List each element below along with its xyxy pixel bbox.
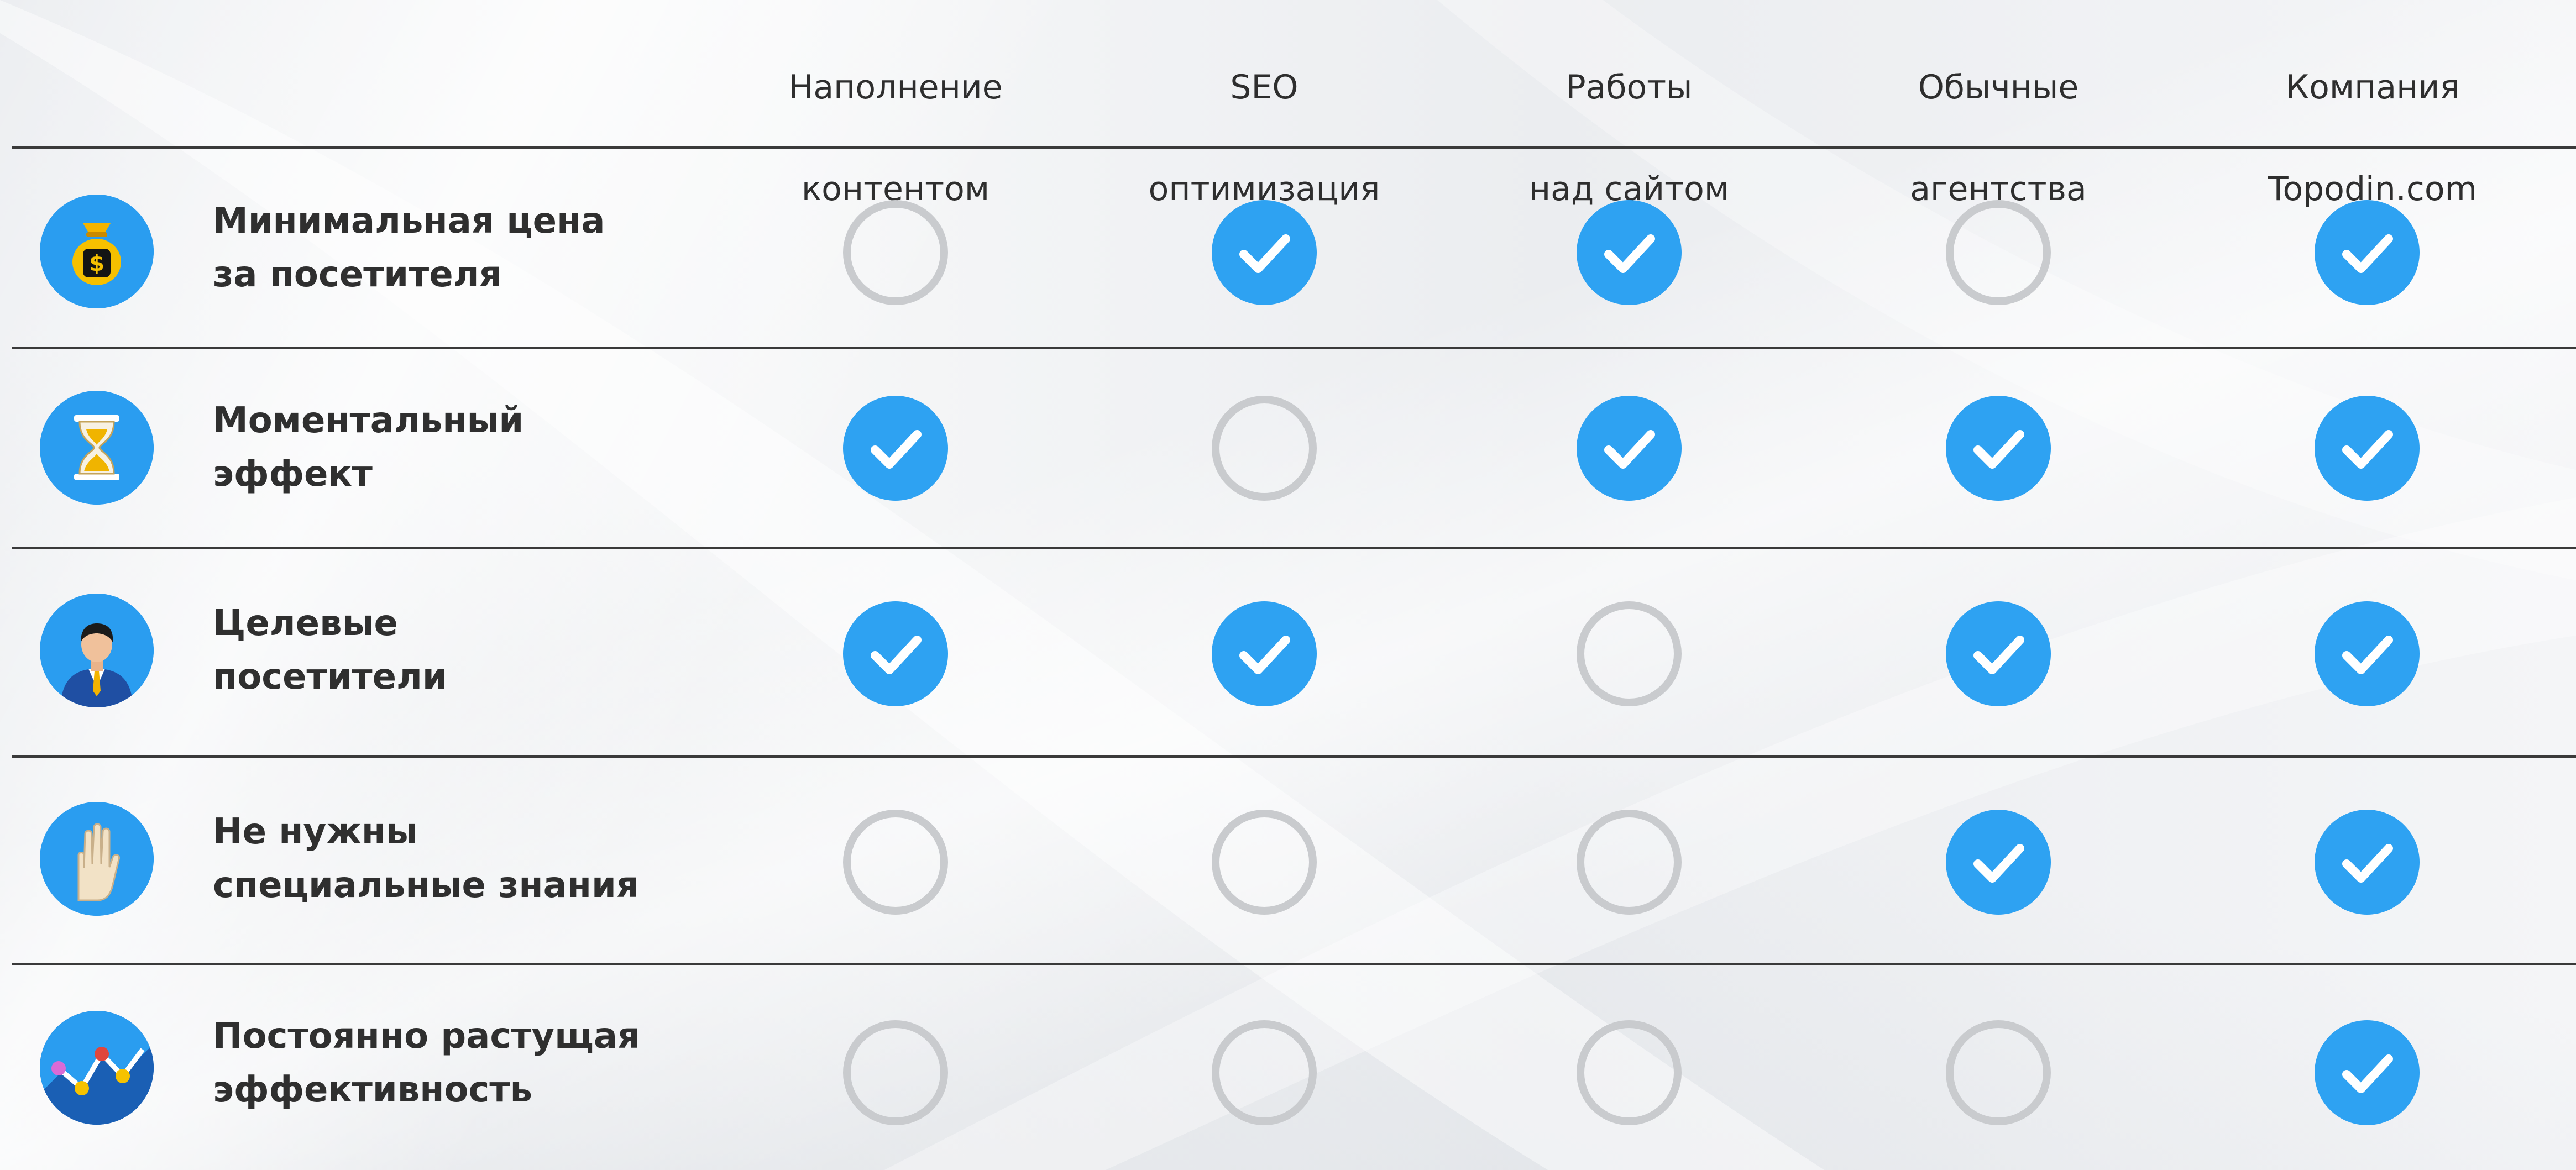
checked-circle-icon — [843, 396, 948, 501]
checked-circle-icon — [2315, 810, 2420, 915]
row-label: Не нужны специальные знания — [213, 805, 639, 912]
row-label-line: Минимальная цена — [213, 201, 605, 242]
row-label-line: Не нужны — [213, 811, 418, 852]
svg-text:$: $ — [89, 251, 104, 276]
hourglass-icon — [40, 391, 154, 505]
column-header-line: Работы — [1566, 68, 1693, 107]
empty-circle-icon — [1212, 396, 1317, 501]
checked-circle-icon — [1577, 200, 1682, 305]
checked-circle-icon — [1946, 396, 2051, 501]
row-label-line: Целевые — [213, 603, 398, 644]
money-bag-icon: $ — [40, 195, 154, 308]
checked-circle-icon — [1946, 601, 2051, 706]
empty-circle-icon — [1946, 1020, 2051, 1125]
empty-circle-icon — [843, 200, 948, 305]
row-label-line: за посетителя — [213, 254, 502, 295]
comparison-table: Наполнение контентом SEO оптимизация Раб… — [0, 0, 2576, 1170]
column-header-line: Обычные — [1918, 68, 2079, 107]
row-label-line: посетители — [213, 657, 447, 697]
empty-circle-icon — [1212, 810, 1317, 915]
row-label: Постоянно растущая эффективность — [213, 1010, 640, 1117]
growth-chart-icon — [40, 1011, 154, 1125]
column-header-line: Компания — [2285, 68, 2460, 107]
row-label: Моментальный эффект — [213, 394, 523, 501]
empty-circle-icon — [1577, 601, 1682, 706]
checked-circle-icon — [2315, 1020, 2420, 1125]
row-label-line: эффективность — [213, 1069, 532, 1110]
empty-circle-icon — [1212, 1020, 1317, 1125]
checked-circle-icon — [1577, 396, 1682, 501]
checked-circle-icon — [2315, 200, 2420, 305]
checked-circle-icon — [2315, 601, 2420, 706]
row-label-line: Моментальный — [213, 400, 524, 441]
row-label: Минимальная цена за посетителя — [213, 195, 605, 302]
empty-circle-icon — [1577, 810, 1682, 915]
empty-circle-icon — [843, 1020, 948, 1125]
column-header-line: Наполнение — [788, 68, 1003, 107]
checked-circle-icon — [843, 601, 948, 706]
hand-icon — [40, 802, 154, 916]
row-label-line: эффект — [213, 454, 373, 495]
checked-circle-icon — [1212, 200, 1317, 305]
row-label-line: специальные знания — [213, 865, 639, 906]
checked-circle-icon — [2315, 396, 2420, 501]
checked-circle-icon — [1946, 810, 2051, 915]
row-label: Целевые посетители — [213, 597, 447, 704]
empty-circle-icon — [1577, 1020, 1682, 1125]
table-header: Наполнение контентом SEO оптимизация Раб… — [0, 0, 2576, 208]
businessman-icon — [40, 594, 154, 707]
column-header-line: SEO — [1230, 68, 1299, 107]
checked-circle-icon — [1212, 601, 1317, 706]
row-label-line: Постоянно растущая — [213, 1016, 641, 1057]
empty-circle-icon — [843, 810, 948, 915]
empty-circle-icon — [1946, 200, 2051, 305]
